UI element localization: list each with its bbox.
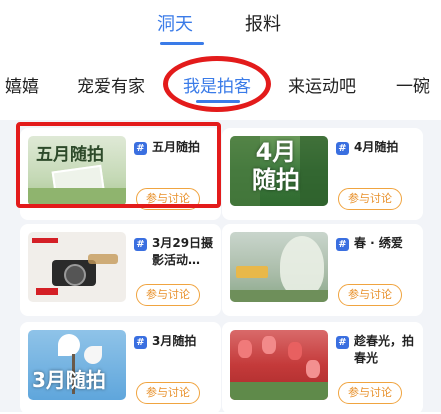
annotation-rectangle — [16, 122, 221, 208]
join-discussion-button[interactable]: 参与讨论 — [136, 284, 200, 306]
annotation-circle — [163, 56, 271, 112]
topic-card[interactable]: 4月 随拍 # 4月随拍 参与讨论 — [222, 128, 423, 220]
topic-card[interactable]: # 趁春光，拍春光 参与讨论 — [222, 322, 423, 414]
hashtag-icon: # — [336, 336, 349, 349]
tab-dongtian[interactable]: 洞天 — [157, 10, 193, 36]
topic-title: 春 · 绣爱 — [354, 236, 403, 250]
join-discussion-button[interactable]: 参与讨论 — [338, 284, 402, 306]
hashtag-icon: # — [134, 336, 147, 349]
topic-card[interactable]: # 春 · 绣爱 参与讨论 — [222, 224, 423, 316]
thumb-caption: 4月 随拍 — [252, 138, 300, 194]
topic-title: 4月随拍 — [354, 140, 399, 154]
hashtag-icon: # — [134, 238, 147, 251]
topic-title: 3月随拍 — [152, 334, 197, 348]
category-item[interactable]: 一碗 — [396, 72, 430, 97]
topic-title: 3月29日摄影活动… — [152, 236, 214, 267]
topic-title: 趁春光，拍春光 — [354, 334, 415, 365]
join-discussion-button[interactable]: 参与讨论 — [338, 188, 402, 210]
magnolia-image: 3月随拍 — [28, 330, 126, 400]
thumb-caption: 3月随拍 — [32, 368, 106, 392]
category-item[interactable]: 宠爱有家 — [77, 72, 145, 97]
join-discussion-button[interactable]: 参与讨论 — [338, 382, 402, 404]
green-park-image: 4月 随拍 — [230, 136, 328, 206]
top-tab-bar: 洞天 报料 — [0, 0, 441, 52]
topic-card[interactable]: # 3月29日摄影活动… 参与讨论 — [20, 224, 221, 316]
hashtag-icon: # — [336, 238, 349, 251]
blossom-tree-image — [230, 232, 328, 302]
category-item[interactable]: 来运动吧 — [288, 72, 356, 97]
topic-card[interactable]: 3月随拍 # 3月随拍 参与讨论 — [20, 322, 221, 414]
category-item[interactable]: 嬉嬉 — [5, 72, 39, 97]
hashtag-icon: # — [336, 142, 349, 155]
camera-promo-image — [28, 232, 126, 302]
tab-baoliao[interactable]: 报料 — [245, 10, 281, 36]
topic-grid: 五月随拍 # 五月随拍 参与讨论 4月 随拍 # 4月随拍 参与讨论 # 3月2… — [0, 120, 441, 414]
active-tab-indicator — [160, 42, 204, 45]
join-discussion-button[interactable]: 参与讨论 — [136, 382, 200, 404]
tulip-field-image — [230, 330, 328, 400]
